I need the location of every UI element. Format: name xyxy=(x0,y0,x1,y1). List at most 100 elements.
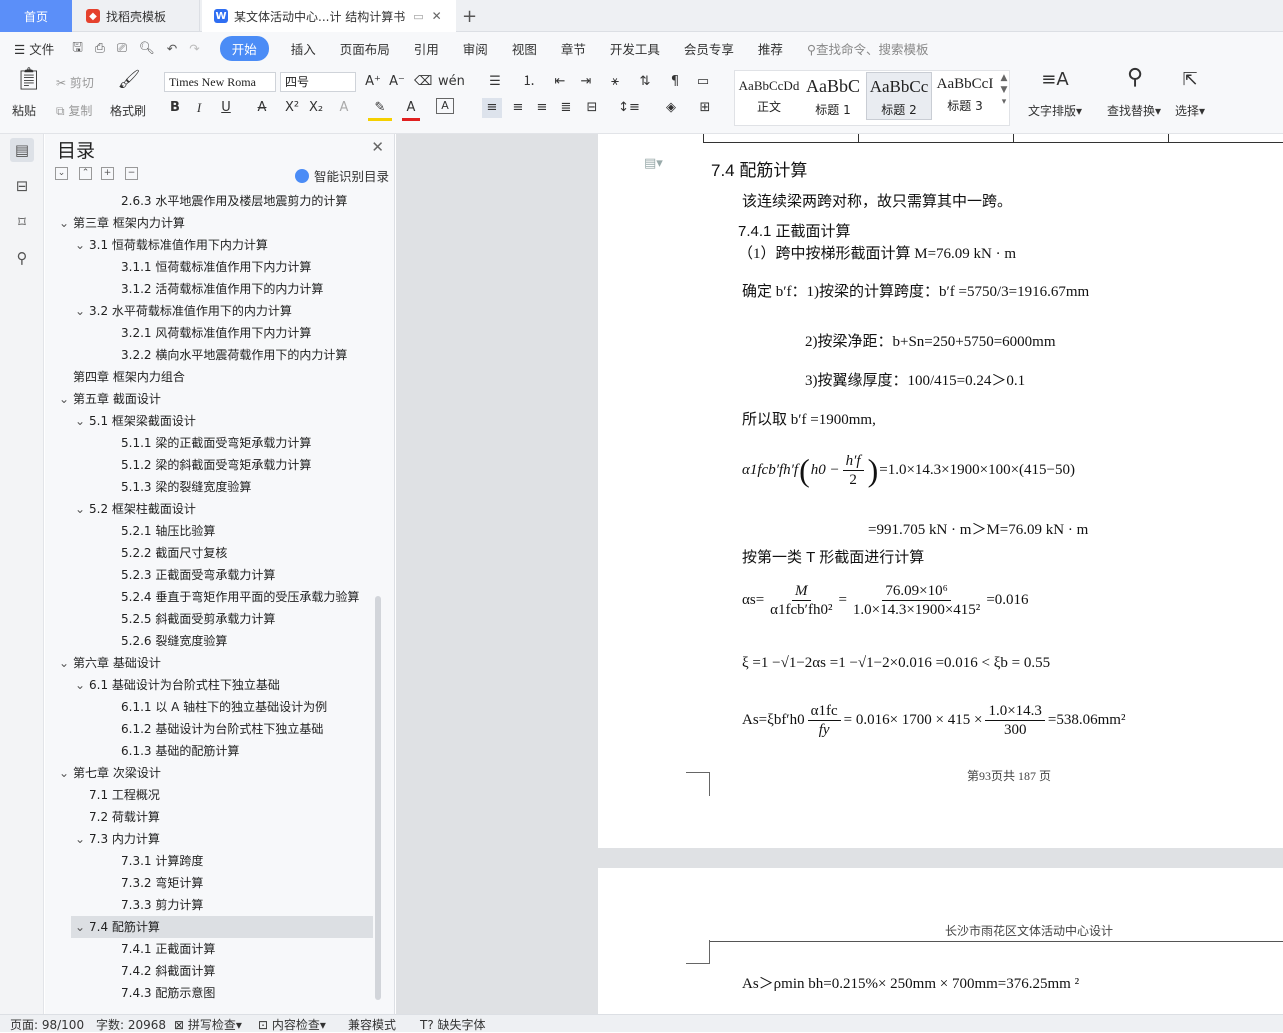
align-left-icon[interactable]: ≡ xyxy=(482,98,502,118)
select-button[interactable]: 选择▾ xyxy=(1175,102,1205,119)
chevron-down-icon[interactable]: ⌄ xyxy=(75,828,89,850)
cut-button[interactable]: ✂ 剪切 xyxy=(56,74,94,91)
menu-insert[interactable]: 插入 xyxy=(291,39,316,58)
toc-item[interactable]: 5.2.3 正截面受弯承载力计算 xyxy=(45,564,373,586)
paste-icon[interactable]: 📋︎ xyxy=(14,69,44,91)
toc-item[interactable]: ⌄ 7.4 配筋计算 xyxy=(71,916,373,938)
increase-indent-icon[interactable]: ⇥ xyxy=(576,72,596,92)
subscript-icon[interactable]: X₂ xyxy=(306,98,326,118)
toc-item[interactable]: 3.1.1 恒荷载标准值作用下内力计算 xyxy=(45,256,373,278)
smart-toc-button[interactable]: 智能识别目录 xyxy=(294,166,389,185)
italic-icon[interactable]: I xyxy=(190,98,208,118)
cursor-icon[interactable]: ⇱ xyxy=(1178,70,1202,90)
sort-icon[interactable]: ⇅ xyxy=(634,72,656,92)
toc-item[interactable]: 第四章 框架内力组合 xyxy=(45,366,373,388)
chevron-down-icon[interactable]: ⌄ xyxy=(59,388,73,410)
toc-item[interactable]: ⌄ 3.2 水平荷载标准值作用下的内力计算 xyxy=(45,300,373,322)
toc-item[interactable]: ⌄ 第七章 次梁设计 xyxy=(45,762,373,784)
expand-all-icon[interactable]: ⌃ xyxy=(79,167,92,180)
toc-item[interactable]: ⌄ 6.1 基础设计为台阶式柱下独立基础 xyxy=(45,674,373,696)
toc-item[interactable]: ⌄ 第三章 框架内力计算 xyxy=(45,212,373,234)
style-heading-3[interactable]: AaBbCcI 标题 3 xyxy=(932,72,998,120)
menu-chapter[interactable]: 章节 xyxy=(561,39,586,58)
phonetic-icon[interactable]: wén xyxy=(438,72,465,92)
remove-heading-icon[interactable]: − xyxy=(125,167,138,180)
bullet-list-icon[interactable]: ☰ xyxy=(484,72,506,92)
spell-check-button[interactable]: ⊠ 拼写检查▾ xyxy=(174,1016,242,1033)
toc-item[interactable]: 2.6.3 水平地震作用及楼层地震剪力的计算 xyxy=(45,190,373,212)
chevron-down-icon[interactable]: ⌄ xyxy=(75,410,89,432)
toc-item[interactable]: 7.3.2 弯矩计算 xyxy=(45,872,373,894)
toc-item[interactable]: ⌄ 5.2 框架柱截面设计 xyxy=(45,498,373,520)
print-preview-icon[interactable]: 🔍︎ xyxy=(139,40,155,56)
style-heading-1[interactable]: AaBbC 标题 1 xyxy=(800,72,866,120)
toc-item[interactable]: 3.2.1 风荷载标准值作用下内力计算 xyxy=(45,322,373,344)
style-normal[interactable]: AaBbCcDd 正文 xyxy=(736,72,802,120)
grow-font-icon[interactable]: A⁺ xyxy=(364,72,382,92)
paste-button[interactable]: 粘贴 xyxy=(12,102,36,119)
word-count[interactable]: 字数: 20968 xyxy=(96,1016,166,1033)
chevron-down-icon[interactable]: ⌄ xyxy=(59,212,73,234)
underline-icon[interactable]: U xyxy=(214,98,238,118)
toc-item[interactable]: 5.1.3 梁的裂缝宽度验算 xyxy=(45,476,373,498)
highlight-icon[interactable]: ✎ xyxy=(368,98,392,121)
window-icon[interactable]: ▭ xyxy=(413,10,423,23)
bookmark-icon[interactable]: ⌑ xyxy=(10,210,34,234)
chevron-down-icon[interactable]: ⌄ xyxy=(59,652,73,674)
numbered-list-icon[interactable]: ⒈ xyxy=(518,72,540,92)
shrink-font-icon[interactable]: A⁻ xyxy=(388,72,406,92)
toc-item[interactable]: 3.1.2 活荷载标准值作用下的内力计算 xyxy=(45,278,373,300)
toc-item[interactable]: ⌄ 第六章 基础设计 xyxy=(45,652,373,674)
save-icon[interactable]: 🖫 xyxy=(72,38,83,59)
undo-icon[interactable]: ↶ xyxy=(167,41,177,56)
toc-item[interactable]: 7.4.2 斜截面计算 xyxy=(45,960,373,982)
menu-member[interactable]: 会员专享 xyxy=(684,39,734,58)
text-layout-icon[interactable]: ≡A xyxy=(1040,70,1070,90)
style-heading-2[interactable]: AaBbCc 标题 2 xyxy=(866,72,932,120)
collapse-all-icon[interactable]: ⌄ xyxy=(55,167,68,180)
chapter-nav-icon[interactable]: ⊟ xyxy=(10,174,34,198)
print-icon[interactable]: ⎚ xyxy=(117,40,127,56)
add-heading-icon[interactable]: + xyxy=(101,167,114,180)
menu-developer[interactable]: 开发工具 xyxy=(610,39,660,58)
toc-scrollbar[interactable] xyxy=(375,596,381,1000)
export-pdf-icon[interactable]: ⎙ xyxy=(95,40,105,56)
new-tab-button[interactable]: + xyxy=(462,0,477,32)
tab-document[interactable]: W 某文体活动中心...计 结构计算书 ▭ ✕ xyxy=(202,0,456,32)
toc-item[interactable]: 5.2.4 垂直于弯矩作用平面的受压承载力验算 xyxy=(45,586,373,608)
align-center-icon[interactable]: ≡ xyxy=(508,98,528,118)
line-spacing-icon[interactable]: ↕≡ xyxy=(616,98,642,118)
toc-item[interactable]: 7.3.1 计算跨度 xyxy=(45,850,373,872)
menu-view[interactable]: 视图 xyxy=(512,39,537,58)
font-size-select[interactable]: 四号 xyxy=(280,72,356,92)
close-icon[interactable]: ✕ xyxy=(432,9,442,23)
decrease-indent-icon[interactable]: ⇤ xyxy=(550,72,570,92)
chevron-down-icon[interactable]: ⌄ xyxy=(75,674,89,696)
tab-template[interactable]: ◆ 找稻壳模板 xyxy=(72,0,200,32)
toc-item[interactable]: 6.1.1 以 A 轴柱下的独立基础设计为例 xyxy=(45,696,373,718)
chevron-down-icon[interactable]: ⌄ xyxy=(75,916,89,938)
text-layout-button[interactable]: 文字排版▾ xyxy=(1028,102,1082,119)
copy-button[interactable]: ⧉ 复制 xyxy=(56,102,92,119)
font-color-icon[interactable]: A xyxy=(402,98,420,121)
justify-icon[interactable]: ≣ xyxy=(556,98,576,118)
bold-icon[interactable]: B xyxy=(166,98,184,118)
content-check-button[interactable]: ⊡ 内容检查▾ xyxy=(258,1016,326,1033)
brush-icon[interactable]: 🖌︎ xyxy=(114,70,144,90)
menu-start[interactable]: 开始 xyxy=(219,35,269,61)
chevron-down-icon[interactable]: ⌄ xyxy=(75,498,89,520)
toc-item[interactable]: 6.1.2 基础设计为台阶式柱下独立基础 xyxy=(45,718,373,740)
ruler-icon[interactable]: ▭ xyxy=(694,72,712,92)
toc-item[interactable]: 7.3.3 剪力计算 xyxy=(45,894,373,916)
toc-item[interactable]: 5.1.1 梁的正截面受弯矩承载力计算 xyxy=(45,432,373,454)
distributed-icon[interactable]: ⊟ xyxy=(582,98,602,118)
text-effect-icon[interactable]: A xyxy=(334,98,354,118)
shading-icon[interactable]: ◈ xyxy=(658,98,684,118)
search-panel-icon[interactable]: ⚲ xyxy=(10,246,34,270)
command-search[interactable]: ⚲查找命令、搜索模板 xyxy=(807,39,929,58)
style-scroll-icon[interactable]: ▲ ▼ ▾ xyxy=(998,72,1010,108)
char-border-icon[interactable]: A xyxy=(436,98,454,114)
toc-item[interactable]: 3.2.2 横向水平地震荷载作用下的内力计算 xyxy=(45,344,373,366)
toc-item[interactable]: 6.1.3 基础的配筋计算 xyxy=(45,740,373,762)
format-painter-button[interactable]: 格式刷 xyxy=(110,102,146,119)
